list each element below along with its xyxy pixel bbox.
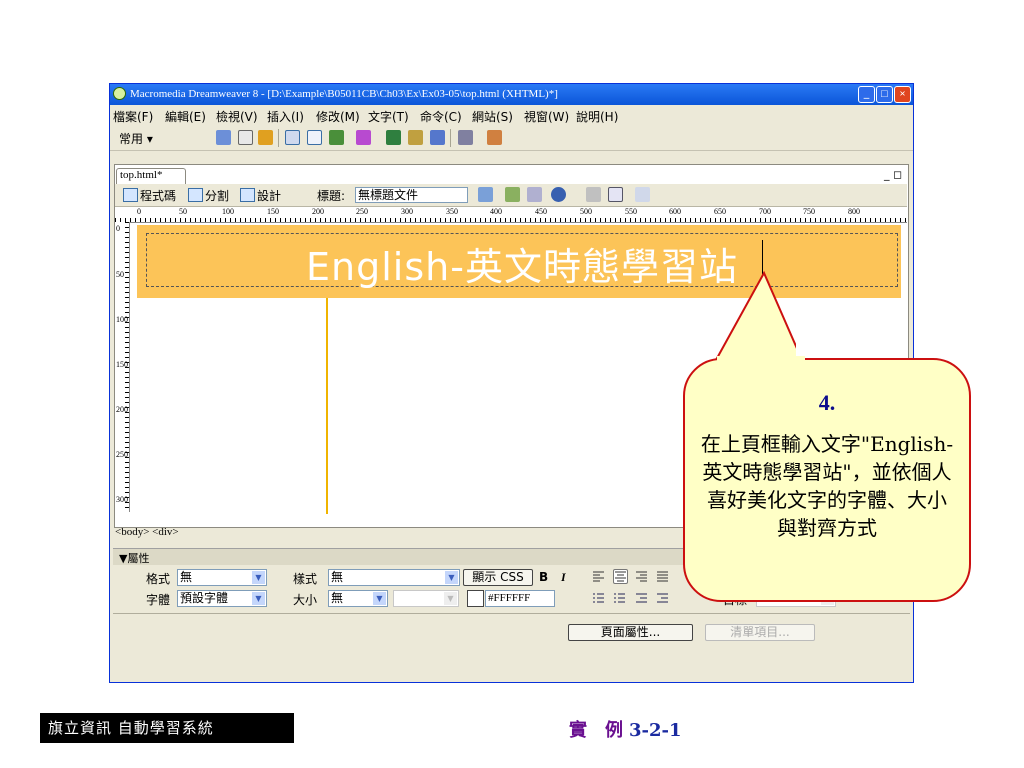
horizontal-ruler: 0 50 100 150 200 250 300 350 400 450 500… (115, 207, 907, 223)
title-bar[interactable]: Macromedia Dreamweaver 8 - [D:\Example\B… (110, 84, 913, 105)
minimize-button[interactable]: _ (858, 86, 875, 103)
indent-icon[interactable] (656, 591, 671, 606)
chevron-down-icon: ▼ (444, 592, 457, 605)
frame-divider[interactable] (326, 298, 328, 514)
menu-help[interactable]: 說明(H) (576, 108, 618, 125)
view-options-icon[interactable] (608, 187, 623, 202)
callout-step-number: 4. (818, 390, 836, 415)
align-right-icon[interactable] (635, 570, 650, 585)
footer-example-label: 實 例 3-2-1 (569, 720, 682, 741)
style-label: 樣式 (293, 572, 318, 586)
layer-icon[interactable] (307, 130, 322, 145)
document-toolbar: 程式碼 分割 設計 標題: 無標題文件 (115, 184, 907, 207)
menu-bar: 檔案(F) 編輯(E) 檢視(V) 插入(I) 修改(M) 文字(T) 命令(C… (110, 105, 913, 125)
image-icon[interactable] (329, 130, 344, 145)
list-item-button[interactable]: 清單項目... (705, 624, 815, 641)
debug-icon[interactable] (527, 187, 542, 202)
named-anchor-icon[interactable] (258, 130, 273, 145)
refresh-icon[interactable] (586, 187, 601, 202)
ordered-list-icon[interactable] (613, 591, 628, 606)
snippet-icon[interactable] (487, 130, 502, 145)
size-unit-select: ▼ (393, 590, 459, 607)
email-link-icon[interactable] (238, 130, 253, 145)
menu-text[interactable]: 文字(T) (368, 108, 409, 125)
menu-site[interactable]: 網站(S) (472, 108, 513, 125)
preview-icon[interactable] (505, 187, 520, 202)
menu-window[interactable]: 視窗(W) (524, 108, 569, 125)
callout-pointer (714, 270, 796, 361)
document-tab[interactable]: top.html* (116, 168, 186, 184)
color-input[interactable]: #FFFFFF (485, 590, 555, 607)
browser-check-icon[interactable] (551, 187, 566, 202)
menu-modify[interactable]: 修改(M) (316, 108, 360, 125)
insert-bar: 常用 ▾ (110, 125, 913, 151)
menu-file[interactable]: 檔案(F) (113, 108, 153, 125)
insert-category-dropdown[interactable]: 常用 ▾ (119, 130, 153, 147)
unordered-list-icon[interactable] (592, 591, 607, 606)
page-properties-button[interactable]: 頁面屬性... (568, 624, 693, 641)
code-view-icon (123, 188, 138, 202)
size-label: 大小 (293, 593, 318, 607)
date-icon[interactable] (386, 130, 401, 145)
chevron-down-icon: ▼ (373, 592, 386, 605)
example-number: 3-2-1 (629, 720, 682, 741)
table-icon[interactable] (285, 130, 300, 145)
templates-icon[interactable] (430, 130, 445, 145)
bold-button[interactable]: B (539, 570, 548, 584)
menu-view[interactable]: 檢視(V) (216, 108, 258, 125)
design-view-button[interactable]: 設計 (240, 187, 281, 203)
color-swatch[interactable] (467, 590, 484, 607)
font-label: 字體 (146, 593, 171, 607)
callout-text: 在上頁框輸入文字"English-英文時態學習站"，並依個人喜好美化文字的字體、… (700, 432, 954, 540)
file-management-icon[interactable] (478, 187, 493, 202)
size-select[interactable]: 無 ▼ (328, 590, 388, 607)
tag-chooser-icon[interactable] (458, 130, 473, 145)
vertical-ruler: 0 50 100 150 200 250 300 (115, 222, 130, 512)
comment-icon[interactable] (408, 130, 423, 145)
close-button[interactable]: × (894, 86, 911, 103)
maximize-button[interactable]: □ (876, 86, 893, 103)
justify-icon[interactable] (656, 570, 671, 585)
window-title: Macromedia Dreamweaver 8 - [D:\Example\B… (130, 88, 558, 100)
align-left-icon[interactable] (592, 570, 607, 585)
chevron-down-icon: ▼ (252, 571, 265, 584)
chevron-down-icon: ▼ (445, 571, 458, 584)
format-select[interactable]: 無 ▼ (177, 569, 267, 586)
chevron-down-icon: ▼ (252, 592, 265, 605)
design-view-icon (240, 188, 255, 202)
title-label: 標題: (317, 189, 346, 203)
align-center-icon[interactable] (613, 569, 628, 584)
outdent-icon[interactable] (635, 591, 650, 606)
menu-insert[interactable]: 插入(I) (267, 108, 304, 125)
split-view-button[interactable]: 分割 (188, 187, 229, 203)
italic-button[interactable]: I (561, 570, 566, 585)
page-title-input[interactable]: 無標題文件 (355, 187, 468, 203)
show-css-button[interactable]: 顯示 CSS (463, 569, 533, 586)
menu-commands[interactable]: 命令(C) (420, 108, 462, 125)
hyperlink-icon[interactable] (216, 130, 231, 145)
split-view-icon (188, 188, 203, 202)
code-view-button[interactable]: 程式碼 (123, 187, 176, 203)
dreamweaver-app-icon (113, 87, 126, 100)
menu-edit[interactable]: 編輯(E) (165, 108, 206, 125)
font-select[interactable]: 預設字體 ▼ (177, 590, 267, 607)
format-label: 格式 (146, 572, 171, 586)
style-select[interactable]: 無 ▼ (328, 569, 460, 586)
media-icon[interactable] (356, 130, 371, 145)
footer-brand: 旗立資訊 自動學習系統 (40, 713, 294, 743)
visual-aids-icon[interactable] (635, 187, 650, 202)
